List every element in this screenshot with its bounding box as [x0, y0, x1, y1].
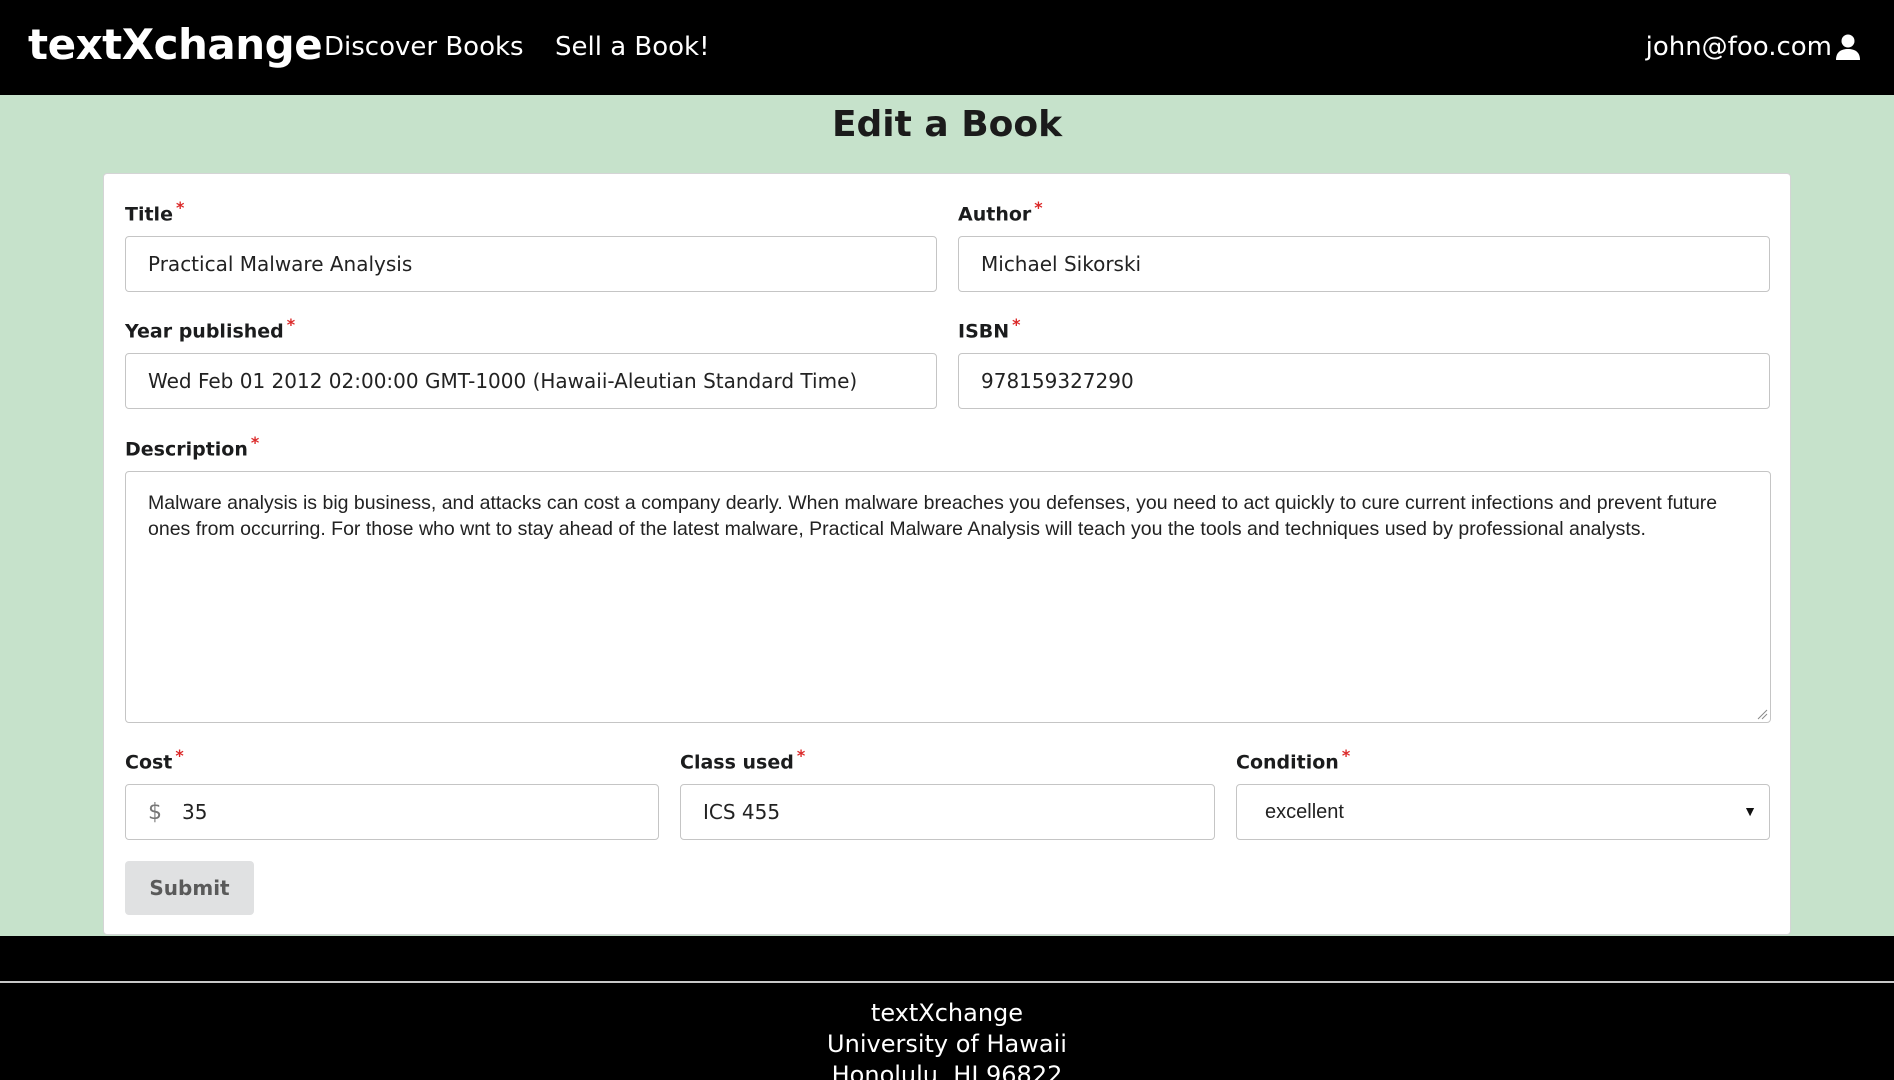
- required-mark: *: [1012, 315, 1021, 334]
- nav-link-discover-books[interactable]: Discover Books: [324, 32, 524, 62]
- edit-book-form: Title * Practical Malware Analysis Author…: [103, 173, 1791, 935]
- year-published-value: Wed Feb 01 2012 02:00:00 GMT-1000 (Hawai…: [148, 369, 858, 393]
- brand-logo[interactable]: textXchange: [28, 20, 323, 69]
- author-input[interactable]: Michael Sikorski: [958, 236, 1770, 292]
- title-label: Title *: [125, 198, 185, 226]
- required-mark: *: [286, 315, 296, 334]
- author-label: Author *: [958, 198, 1043, 226]
- required-mark: *: [250, 433, 260, 452]
- page-title: Edit a Book: [831, 104, 1063, 145]
- footer-text: textXchange University of Hawaii Honolul…: [0, 998, 1894, 1080]
- footer-line-name: textXchange: [870, 999, 1024, 1027]
- cost-input-value: 35: [182, 800, 208, 824]
- footer-divider: [0, 981, 1894, 983]
- author-input-value: Michael Sikorski: [981, 252, 1142, 276]
- condition-selected-value: excellent: [1265, 800, 1344, 823]
- class-used-input[interactable]: ICS 455: [680, 784, 1215, 840]
- cost-label: Cost *: [125, 746, 184, 774]
- condition-label: Condition *: [1236, 746, 1351, 774]
- year-published-input[interactable]: Wed Feb 01 2012 02:00:00 GMT-1000 (Hawai…: [125, 353, 937, 409]
- dollar-icon: $: [148, 799, 162, 825]
- cost-input[interactable]: $ 35: [125, 784, 659, 840]
- required-mark: *: [1341, 746, 1351, 765]
- caret-down-icon: ▼: [1743, 803, 1757, 819]
- user-menu[interactable]: john@foo.com: [1646, 32, 1862, 62]
- year-published-label: Year published *: [125, 315, 296, 343]
- condition-select[interactable]: excellent ▼: [1236, 784, 1770, 840]
- isbn-input-value: 978159327290: [981, 369, 1134, 393]
- title-input-value: Practical Malware Analysis: [148, 252, 413, 276]
- description-value: Malware analysis is big business, and at…: [148, 492, 1718, 540]
- required-mark: *: [1034, 198, 1043, 217]
- user-icon: [1836, 34, 1860, 60]
- user-email: john@foo.com: [1645, 32, 1832, 62]
- isbn-input[interactable]: 978159327290: [958, 353, 1770, 409]
- required-mark: *: [175, 198, 185, 217]
- isbn-label: ISBN *: [958, 315, 1021, 343]
- footer-line-address: Honolulu, HI 96822: [831, 1061, 1063, 1080]
- navbar: textXchange Discover Books Sell a Book! …: [0, 0, 1894, 95]
- required-mark: *: [796, 746, 806, 765]
- class-used-value: ICS 455: [703, 800, 781, 824]
- title-input[interactable]: Practical Malware Analysis: [125, 236, 937, 292]
- submit-button[interactable]: Submit: [125, 861, 254, 915]
- resize-grip-icon[interactable]: [1756, 708, 1768, 720]
- class-used-label: Class used *: [680, 746, 806, 774]
- nav-link-sell-a-book[interactable]: Sell a Book!: [555, 32, 710, 62]
- description-label: Description *: [125, 433, 260, 461]
- footer-line-university: University of Hawaii: [827, 1030, 1067, 1058]
- required-mark: *: [175, 746, 184, 765]
- description-textarea[interactable]: Malware analysis is big business, and at…: [125, 471, 1771, 723]
